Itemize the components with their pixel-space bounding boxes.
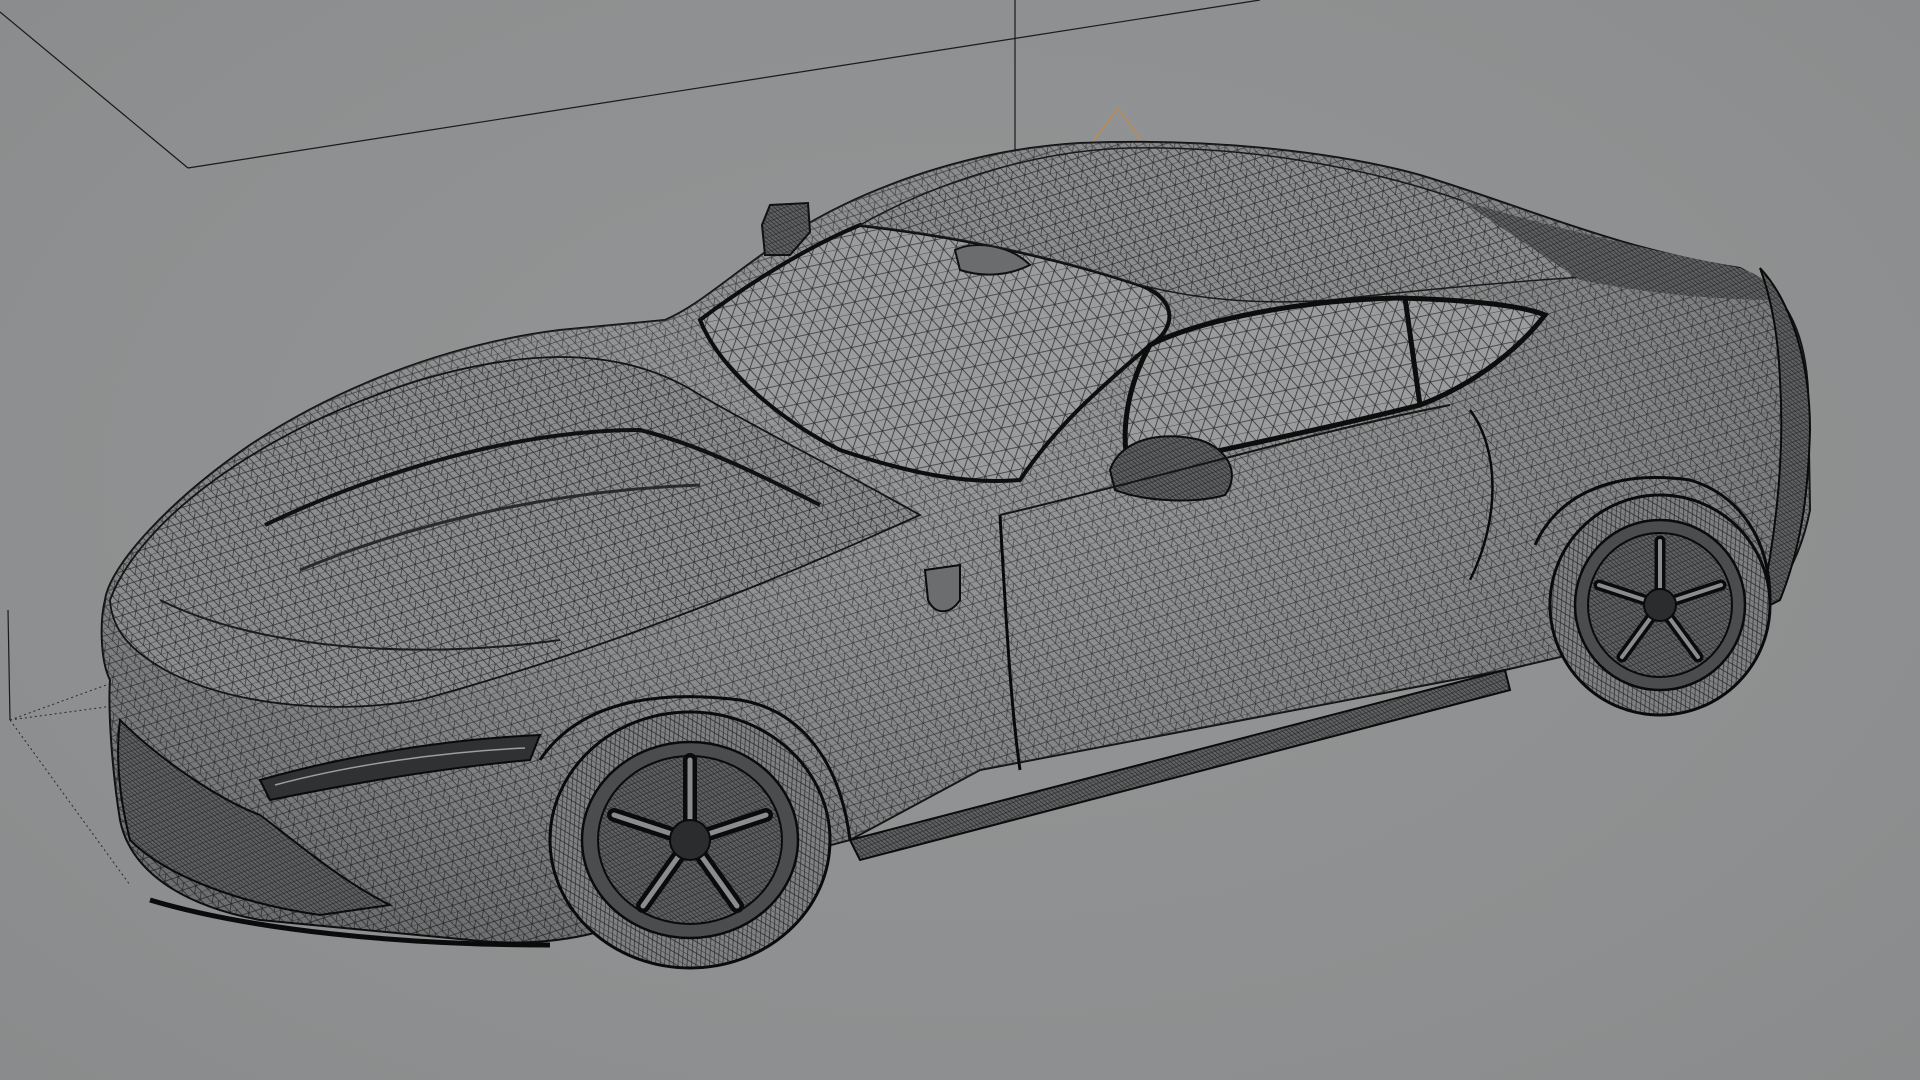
car-badge bbox=[923, 563, 961, 613]
front-wheel bbox=[548, 710, 832, 970]
rear-wheel bbox=[1548, 493, 1772, 717]
viewport-canvas bbox=[0, 0, 1812, 970]
car-side-mirror bbox=[1108, 435, 1233, 502]
3d-viewport[interactable] bbox=[0, 0, 1920, 1080]
car-model bbox=[100, 140, 1812, 948]
